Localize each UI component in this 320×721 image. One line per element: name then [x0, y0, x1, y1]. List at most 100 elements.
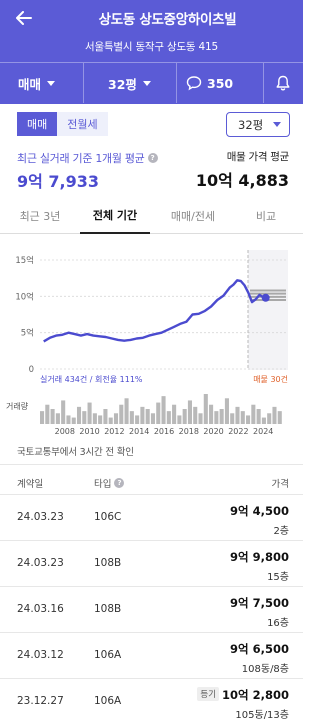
volume-bar [129, 411, 134, 424]
volume-bar [135, 415, 140, 424]
avg-price-label: 최근 실거래 기준 1개월 평균 ? [17, 150, 158, 166]
divider [0, 464, 303, 465]
volume-bar [87, 402, 92, 424]
volume-label: 거래량 [6, 401, 29, 411]
table-row[interactable]: 24.03.12 106A 9억 6,500 108동/8층 [0, 632, 303, 678]
unit-type: 106C [94, 511, 122, 523]
volume-bar [172, 404, 177, 424]
divider [263, 63, 264, 103]
volume-bar [214, 411, 219, 424]
price-line [43, 279, 267, 343]
price-value: 9억 6,500 [230, 642, 289, 656]
volume-bar [103, 409, 108, 424]
avg-price-label-text: 최근 실거래 기준 1개월 평균 [17, 152, 145, 165]
x-tick-label: 2008 [55, 427, 75, 436]
header-type: 타입 ? [94, 476, 125, 490]
tab-compare[interactable]: 비교 [240, 198, 292, 234]
size-select[interactable]: 32평 [226, 112, 290, 137]
x-tick-label: 2010 [79, 427, 99, 436]
tab-recent-3y[interactable]: 최근 3년 [8, 198, 72, 234]
tab-all-period[interactable]: 전체 기간 [80, 198, 150, 234]
talk-count: 350 [207, 75, 234, 91]
volume-bar [124, 398, 129, 424]
info-icon[interactable]: ? [147, 153, 158, 163]
table-row[interactable]: 24.03.16 108B 9억 7,500 16층 [0, 586, 303, 632]
latest-point [261, 293, 270, 302]
volume-bar [198, 413, 203, 424]
size-dropdown[interactable]: 32평 [108, 63, 151, 103]
volume-bar [50, 409, 55, 424]
x-tick-label: 2018 [179, 427, 199, 436]
header-filter-bar: 매매 32평 350 [0, 62, 303, 103]
volume-bar [61, 400, 66, 424]
bell-button[interactable] [276, 63, 290, 103]
info-icon[interactable]: ? [114, 478, 125, 488]
header-contract-date: 계약일 [17, 479, 44, 490]
floor-info: 16층 [267, 618, 289, 629]
avg-price: 9억 7,933 [17, 172, 100, 191]
volume-bar [82, 411, 87, 424]
y-tick-label: 5억 [21, 328, 34, 339]
volume-bar [92, 413, 97, 424]
page-title: 상도동 상도중앙하이츠빌 [98, 12, 237, 28]
price-chart[interactable]: 15억 10억 5억 0 실거래 434건 / 회전율 111% 매물 30건거래량 200… [0, 236, 303, 442]
floor-info: 15층 [267, 572, 289, 583]
talk-button[interactable]: 350 [186, 63, 233, 103]
floor-info: 105동/13층 [235, 710, 289, 721]
volume-bar [256, 409, 261, 424]
header-type-label: 타입 [94, 479, 112, 490]
table-row[interactable]: 23.12.27 106A 등기 10억 2,800 105동/13층 [0, 678, 303, 721]
size-label: 32평 [108, 76, 137, 92]
volume-bar [40, 411, 45, 424]
registered-badge: 등기 [197, 687, 220, 701]
back-arrow-icon[interactable] [14, 8, 34, 28]
data-source-notice: 국토교통부에서 3시간 전 확인 [17, 447, 134, 458]
floor-info: 108동/8층 [241, 664, 289, 675]
chart-legend-right: 매물 30건 [253, 374, 288, 384]
volume-bar [277, 411, 282, 424]
unit-type: 108B [94, 603, 122, 615]
divider [83, 63, 84, 103]
volume-bar [177, 415, 182, 424]
volume-bar [119, 404, 124, 424]
table-row[interactable]: 24.03.23 108B 9억 9,800 15층 [0, 540, 303, 586]
contract-date: 24.03.23 [17, 511, 64, 523]
price-value: 9억 7,500 [230, 596, 289, 610]
trade-type-dropdown[interactable]: 매매 [18, 63, 56, 103]
volume-bar [246, 415, 251, 424]
volume-bar [76, 406, 82, 424]
price-cell: 9억 7,500 [230, 595, 289, 611]
volume-bar [230, 413, 235, 424]
unit-type: 108B [94, 557, 122, 569]
period-tabs: 최근 3년 전체 기간 매매/전세 비교 [0, 198, 303, 234]
table-row[interactable]: 24.03.23 106C 9억 4,500 2층 [0, 494, 303, 540]
ask-price-label: 매물 가격 평균 [226, 151, 290, 163]
x-tick-label: 2022 [228, 427, 248, 436]
volume-bar [71, 417, 76, 424]
trade-toggle: 매매 전월세 [17, 112, 108, 136]
tab-sale-lease[interactable]: 매매/전세 [158, 198, 228, 234]
header-price: 가격 [271, 479, 289, 490]
x-tick-label: 2016 [154, 427, 174, 436]
asking-area [248, 250, 288, 370]
toggle-rent[interactable]: 전월세 [57, 112, 108, 136]
bell-icon [276, 75, 290, 91]
app-header: 상도동 상도중앙하이츠빌 서울특별시 동작구 상도동 415 매매 32평 35… [0, 0, 303, 104]
volume-bar [251, 404, 256, 424]
volume-bar [240, 411, 245, 424]
volume-bar [261, 417, 266, 424]
price-cell: 9억 4,500 [230, 503, 289, 519]
speech-bubble-icon [186, 76, 202, 91]
toggle-sale[interactable]: 매매 [17, 112, 58, 136]
price-value: 9억 9,800 [230, 550, 289, 564]
y-tick-label: 15억 [15, 255, 34, 266]
price-cell: 9억 6,500 [230, 641, 289, 657]
volume-bar [66, 415, 71, 424]
price-value: 9억 4,500 [230, 504, 289, 518]
trade-type-label: 매매 [18, 76, 42, 92]
volume-bar [98, 415, 103, 424]
unit-type: 106A [94, 695, 122, 707]
chevron-down-icon [47, 80, 56, 86]
chart-legend-left: 실거래 434건 / 회전율 111% [40, 374, 143, 384]
transactions-header: 계약일 타입 ? 가격 [0, 470, 303, 494]
